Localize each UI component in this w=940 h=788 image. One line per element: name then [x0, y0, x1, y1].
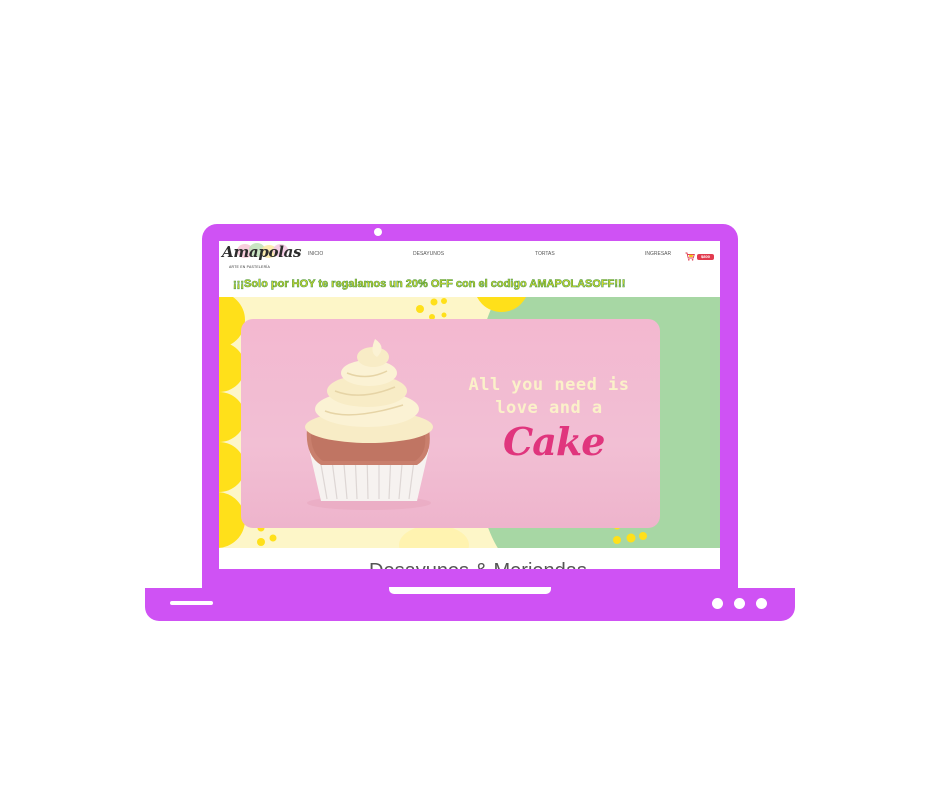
shopping-cart-icon[interactable]	[685, 252, 695, 261]
navbar: Amapolas ARTE EN PASTELERÍA INICIO DESAY…	[219, 241, 720, 271]
nav-desayunos[interactable]: DESAYUNOS	[413, 251, 444, 257]
logo-text: Amapolas	[222, 243, 302, 261]
laptop-hinge	[389, 587, 551, 594]
cart-total-badge[interactable]: $800	[697, 254, 714, 260]
cupcake-illustration	[305, 339, 433, 510]
hero-cake-word: Cake	[503, 419, 605, 464]
tagline-line-1: All you need is	[468, 375, 630, 395]
base-dot-decoration	[734, 598, 745, 609]
brand-logo[interactable]: Amapolas ARTE EN PASTELERÍA	[219, 241, 302, 271]
nav-inicio[interactable]: INICIO	[308, 251, 323, 257]
hero-tagline: All you need is love and a	[449, 374, 649, 420]
tagline-line-2: love and a	[495, 398, 603, 418]
base-dot-decoration	[712, 598, 723, 609]
promo-banner: ¡¡¡Solo por HOY te regalamos un 20% OFF …	[233, 278, 626, 291]
section-title: Desayunos & Meriendas	[369, 560, 587, 569]
nav-ingresar[interactable]: INGRESAR	[645, 251, 671, 257]
hero-banner: All you need is love and a Cake	[219, 297, 720, 548]
webcam-icon	[374, 228, 382, 236]
base-dot-decoration	[756, 598, 767, 609]
base-line-decoration	[170, 601, 213, 605]
website-screen: Amapolas ARTE EN PASTELERÍA INICIO DESAY…	[219, 241, 720, 569]
cream-shape	[399, 525, 469, 548]
nav-tortas[interactable]: TORTAS	[535, 251, 555, 257]
hero-card: All you need is love and a Cake	[241, 319, 660, 528]
logo-subtitle: ARTE EN PASTELERÍA	[229, 265, 271, 269]
